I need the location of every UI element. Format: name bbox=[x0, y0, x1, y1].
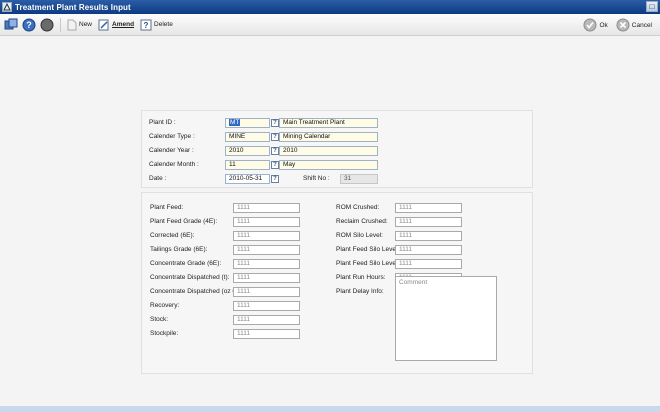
calendar-year-description: 2010 bbox=[279, 146, 378, 156]
calendar-type-label: Calender Type : bbox=[149, 133, 195, 140]
window-title: Treatment Plant Results Input bbox=[15, 2, 131, 12]
plant-id-value: MT bbox=[229, 119, 241, 126]
svg-text:?: ? bbox=[144, 21, 149, 30]
tailings-grade-input[interactable]: 1111 bbox=[233, 245, 300, 255]
shift-no-label: Shift No : bbox=[303, 175, 330, 182]
result-label: Concentrate Dispatched (oz 6E): bbox=[150, 288, 245, 295]
new-label: New bbox=[79, 21, 93, 28]
plant-feed-silo-level-2-input[interactable]: 1111 bbox=[395, 259, 462, 269]
plant-delay-info-label: Plant Delay Info: bbox=[336, 288, 384, 295]
ok-label: Ok bbox=[599, 21, 608, 29]
toolbar-separator bbox=[60, 17, 61, 32]
ok-button[interactable]: Ok bbox=[583, 18, 608, 32]
result-label: Plant Run Hours: bbox=[336, 274, 386, 281]
toolbar: ? New Amend ? Delete Ok Cancel bbox=[0, 14, 660, 36]
help-icon[interactable]: ? bbox=[22, 18, 36, 32]
reclaim-crushed-input[interactable]: 1111 bbox=[395, 217, 462, 227]
maximize-button[interactable]: □ bbox=[646, 1, 658, 12]
concentrate-dispatched-oz-input[interactable]: 1111 bbox=[233, 287, 300, 297]
plant-feed-silo-level-1-input[interactable]: 1111 bbox=[395, 245, 462, 255]
calendar-year-label: Calender Year : bbox=[149, 147, 194, 154]
amend-button[interactable]: Amend bbox=[98, 19, 134, 31]
calendar-year-lookup-button[interactable]: ? bbox=[271, 147, 279, 155]
date-label: Date : bbox=[149, 175, 167, 182]
date-input[interactable]: 2010-05-31 bbox=[225, 174, 270, 184]
corrected-input[interactable]: 1111 bbox=[233, 231, 300, 241]
stockpile-input[interactable]: 1111 bbox=[233, 329, 300, 339]
rom-silo-level-input[interactable]: 1111 bbox=[395, 231, 462, 241]
rom-crushed-input[interactable]: 1111 bbox=[395, 203, 462, 213]
plant-id-input[interactable]: MT bbox=[225, 118, 270, 128]
app-icon bbox=[2, 2, 12, 12]
recovery-input[interactable]: 1111 bbox=[233, 301, 300, 311]
result-label: Tailings Grade (6E): bbox=[150, 246, 208, 253]
result-label: Recovery: bbox=[150, 302, 180, 309]
plant-feed-grade-input[interactable]: 1111 bbox=[233, 217, 300, 227]
new-button[interactable]: New bbox=[67, 19, 92, 31]
calendar-month-input[interactable]: 11 bbox=[225, 160, 270, 170]
plant-id-label: Plant ID : bbox=[149, 119, 176, 126]
svg-text:?: ? bbox=[26, 20, 32, 30]
stock-input[interactable]: 1111 bbox=[233, 315, 300, 325]
title-bar: Treatment Plant Results Input □ bbox=[0, 0, 660, 14]
delete-button[interactable]: ? Delete bbox=[140, 19, 173, 31]
status-bar bbox=[0, 406, 660, 412]
cancel-label: Cancel bbox=[631, 21, 652, 29]
delete-icon: ? bbox=[140, 19, 152, 30]
result-label: ROM Crushed: bbox=[336, 204, 380, 211]
plant-feed-input[interactable]: 1111 bbox=[233, 203, 300, 213]
result-label: ROM Silo Level: bbox=[336, 232, 383, 239]
calendar-month-lookup-button[interactable]: ? bbox=[271, 161, 279, 169]
amend-label: Amend bbox=[112, 21, 135, 28]
result-label: Reclaim Crushed: bbox=[336, 218, 388, 225]
result-label: Concentrate Dispatched (t): bbox=[150, 274, 230, 281]
calendar-type-lookup-button[interactable]: ? bbox=[271, 133, 279, 141]
plant-id-lookup-button[interactable]: ? bbox=[271, 119, 279, 127]
calendar-year-input[interactable]: 2010 bbox=[225, 146, 270, 156]
close-icon bbox=[616, 18, 630, 32]
cancel-button[interactable]: Cancel bbox=[616, 18, 652, 32]
new-document-icon bbox=[67, 19, 77, 30]
result-label: Corrected (6E): bbox=[150, 232, 195, 239]
result-label: Concentrate Grade (6E): bbox=[150, 260, 222, 267]
date-picker-button[interactable]: ? bbox=[271, 175, 279, 183]
plant-delay-comment-textarea[interactable]: Comment bbox=[395, 276, 497, 361]
result-label: Stockpile: bbox=[150, 330, 179, 337]
shift-no-field: 31 bbox=[340, 174, 378, 184]
calendar-type-description: Mining Calendar bbox=[279, 132, 378, 142]
stop-icon[interactable] bbox=[40, 18, 54, 32]
delete-label: Delete bbox=[154, 21, 173, 28]
result-label: Plant Feed: bbox=[150, 204, 184, 211]
concentrate-dispatched-t-input[interactable]: 1111 bbox=[233, 273, 300, 283]
calendar-month-label: Calender Month : bbox=[149, 161, 199, 168]
navigate-icon[interactable] bbox=[4, 18, 18, 32]
concentrate-grade-input[interactable]: 1111 bbox=[233, 259, 300, 269]
form-area: Plant ID : MT ? Main Treatment Plant Cal… bbox=[0, 37, 660, 406]
result-label: Plant Feed Grade (4E): bbox=[150, 218, 218, 225]
result-label: Stock: bbox=[150, 316, 169, 323]
edit-icon bbox=[98, 19, 109, 30]
checkmark-icon bbox=[583, 18, 597, 32]
plant-id-description: Main Treatment Plant bbox=[279, 118, 378, 128]
calendar-type-input[interactable]: MINE bbox=[225, 132, 270, 142]
calendar-month-description: May bbox=[279, 160, 378, 170]
